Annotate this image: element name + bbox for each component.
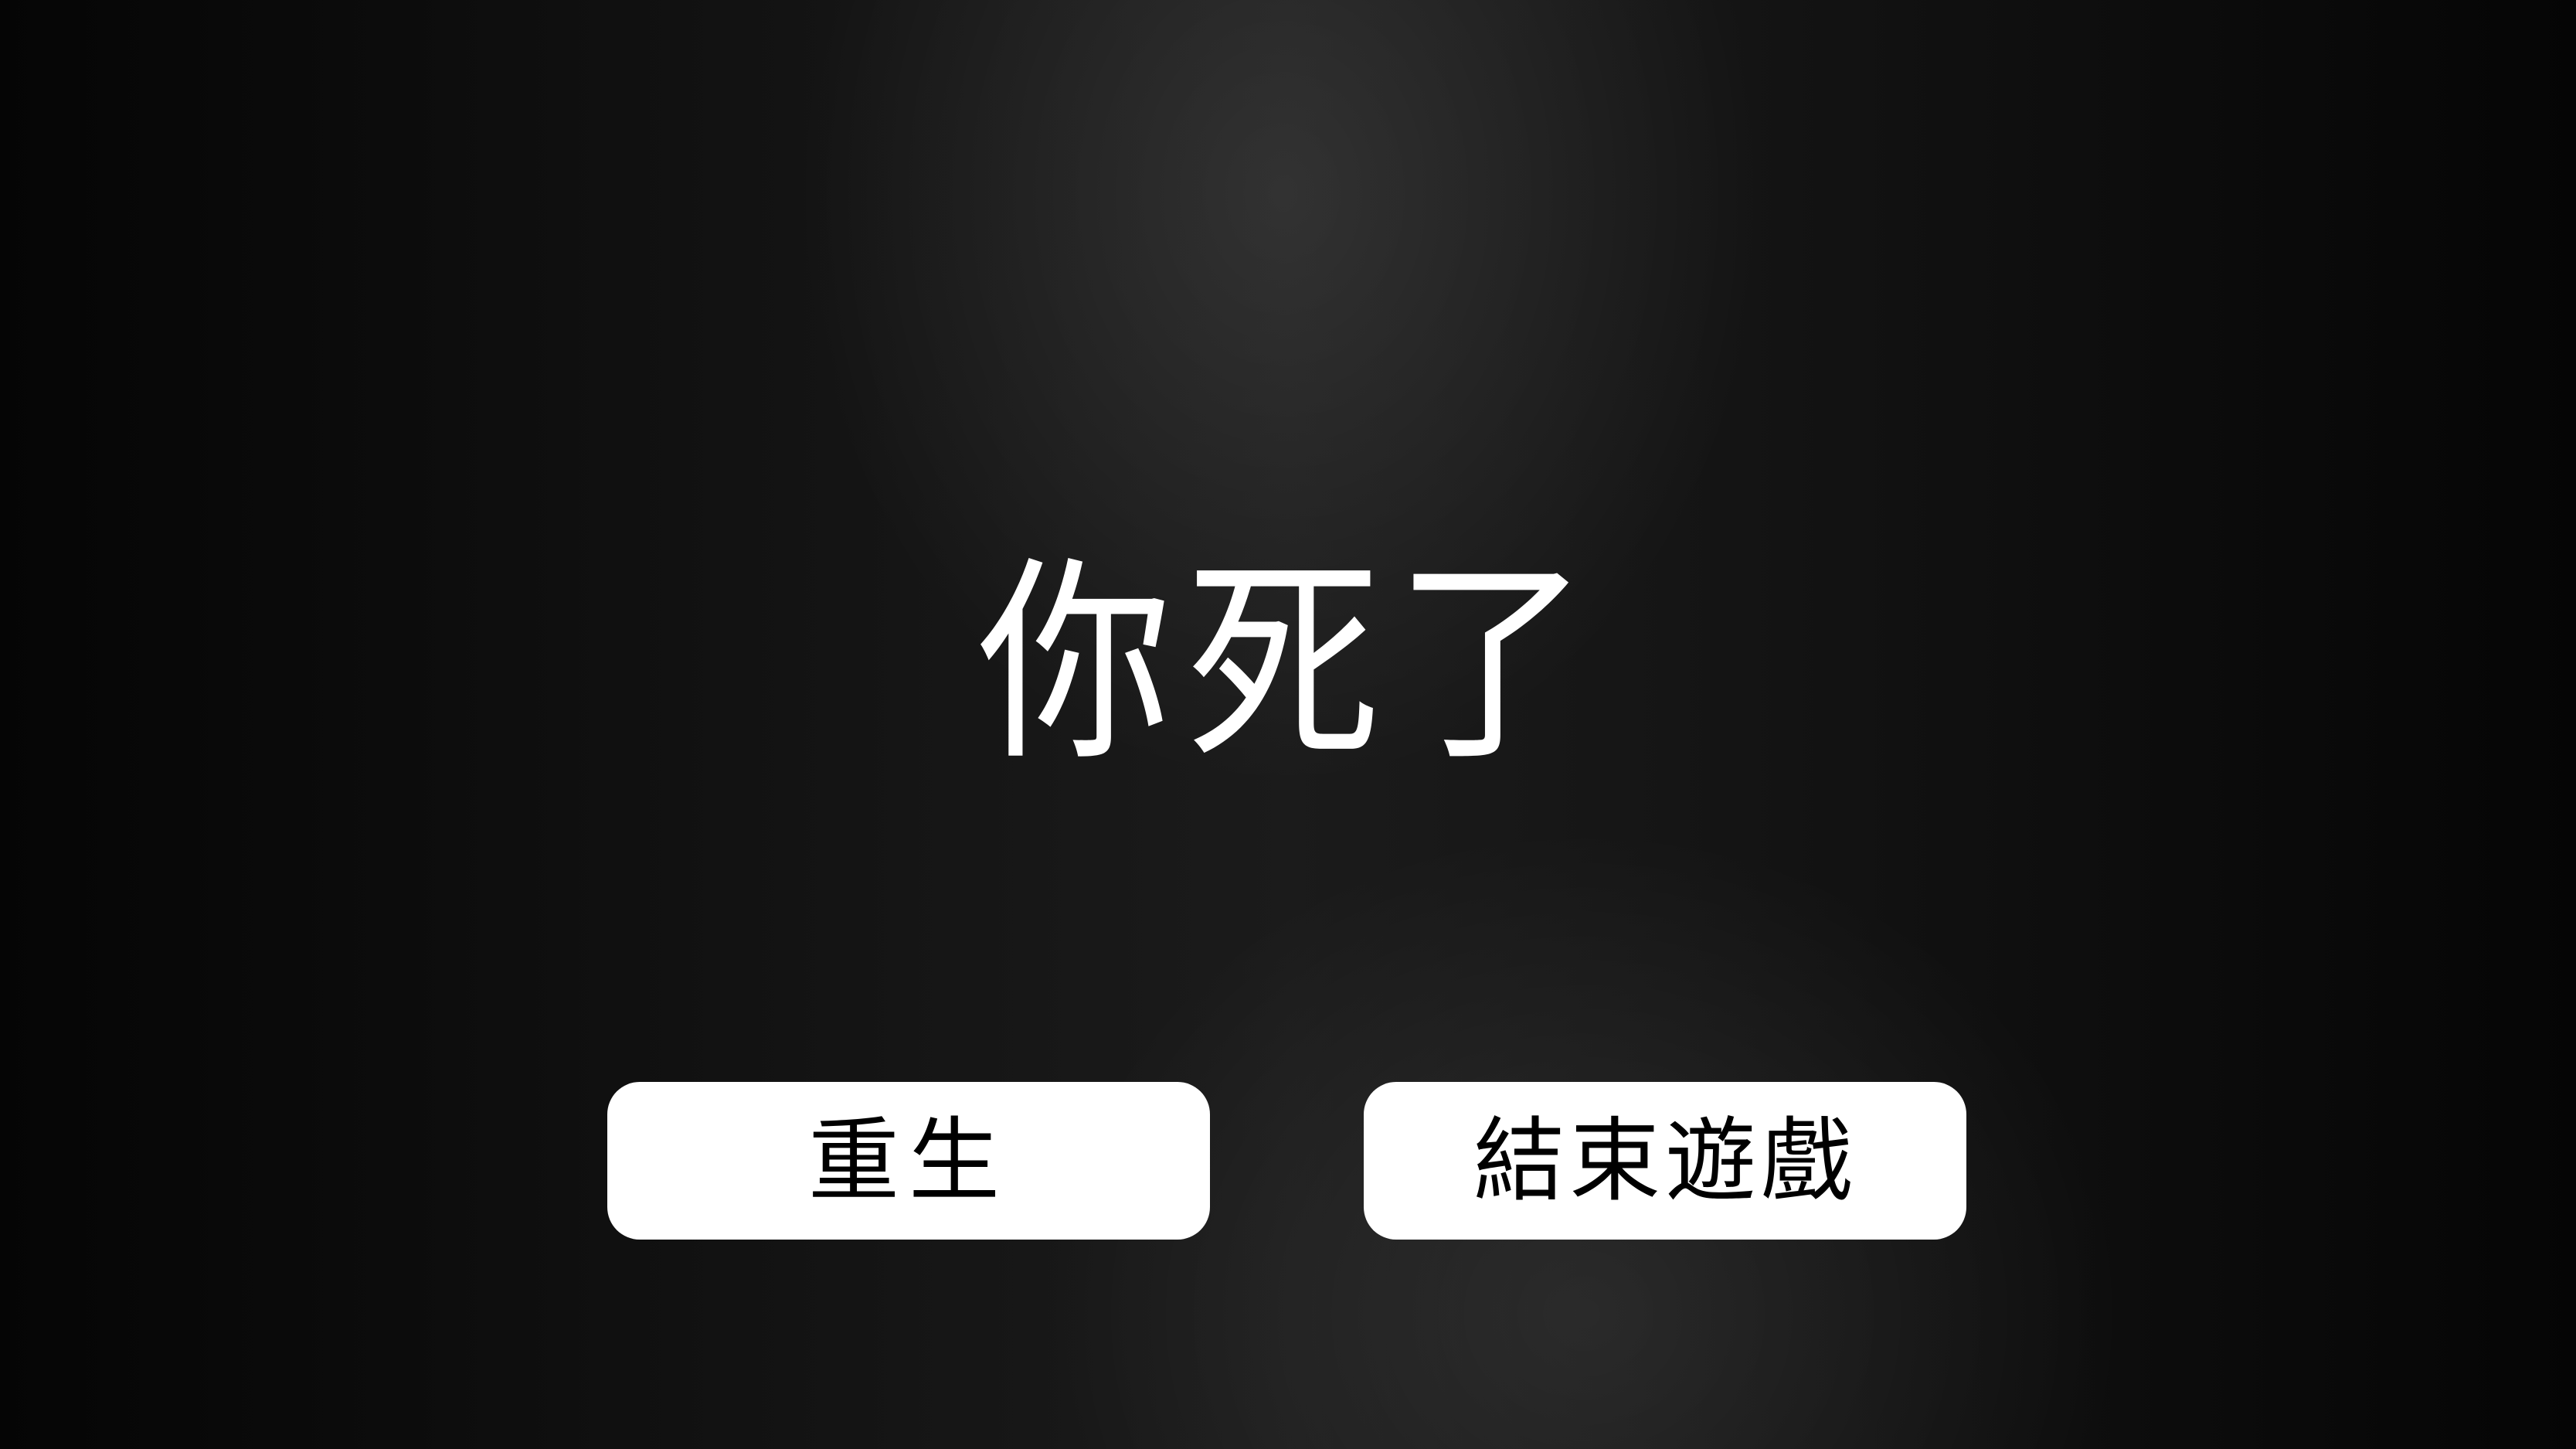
quit-game-button-label: 結束遊戲	[1473, 1107, 1857, 1214]
respawn-button[interactable]: 重生	[607, 1082, 1210, 1240]
quit-game-button[interactable]: 結束遊戲	[1364, 1082, 1966, 1240]
respawn-button-label: 重生	[807, 1107, 1009, 1214]
game-over-title: 你死了	[977, 539, 1603, 791]
game-over-screen: 你死了 重生 結束遊戲	[0, 0, 2576, 1449]
